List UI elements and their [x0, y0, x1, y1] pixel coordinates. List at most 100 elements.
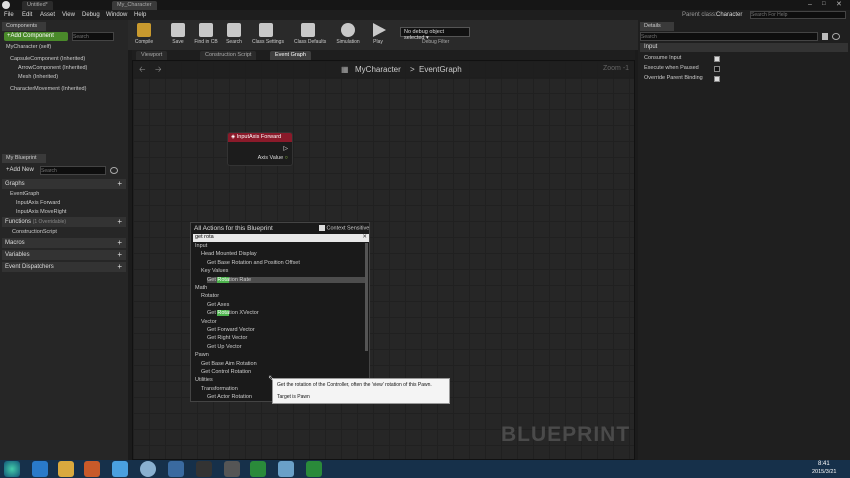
graph-item[interactable]: InputAxis MoveRight	[16, 209, 66, 215]
unreal-engine-icon[interactable]	[196, 461, 212, 477]
component-root[interactable]: MyCharacter (self)	[6, 44, 51, 50]
camtasia-icon[interactable]	[250, 461, 266, 477]
details-tab[interactable]: Details	[640, 22, 674, 31]
context-sensitive-toggle[interactable]: Context Sensitive	[319, 225, 369, 231]
ie-icon[interactable]	[32, 461, 48, 477]
checkbox-unchecked-icon[interactable]	[714, 66, 720, 72]
event-graph-item[interactable]: EventGraph	[10, 191, 39, 197]
media-player-icon[interactable]	[84, 461, 100, 477]
add-component-button[interactable]: +Add Component	[4, 32, 68, 41]
search-button[interactable]: Search	[220, 21, 248, 49]
menu-window[interactable]: Window	[106, 12, 127, 18]
forward-arrow-icon[interactable]: 🡢	[155, 64, 162, 78]
function-item[interactable]: ConstructionScript	[12, 229, 57, 235]
action-item[interactable]: Get Rotation Rate	[207, 276, 365, 283]
add-macro-icon[interactable]: +	[117, 238, 122, 247]
menu-edit[interactable]: Edit	[22, 12, 32, 18]
start-button-icon[interactable]	[4, 461, 20, 477]
menu-asset[interactable]: Asset	[40, 12, 55, 18]
action-item[interactable]: Get Axes	[207, 302, 229, 308]
back-arrow-icon[interactable]: 🡠	[139, 64, 145, 78]
menu-debug[interactable]: Debug	[82, 12, 100, 18]
save-button[interactable]: Save	[164, 21, 192, 49]
action-item[interactable]: Rotator	[201, 293, 219, 299]
breadcrumb-leaf[interactable]: EventGraph	[419, 65, 462, 74]
input-section-header[interactable]: Input	[640, 43, 848, 52]
action-subcategory[interactable]: Head Mounted Display	[201, 251, 257, 257]
action-search-input[interactable]: get rota ✕	[193, 234, 369, 242]
tab-event-graph[interactable]: Event Graph	[270, 51, 311, 60]
action-item[interactable]: Get Actor Rotation	[207, 394, 252, 400]
action-category[interactable]: Input	[195, 243, 207, 249]
action-category[interactable]: Math	[195, 285, 207, 291]
add-graph-icon[interactable]: +	[117, 179, 122, 188]
app-icon[interactable]	[278, 461, 294, 477]
system-tray[interactable]	[716, 464, 806, 474]
view-options-icon[interactable]	[110, 167, 118, 174]
tab-untitled[interactable]: Untitled*	[22, 1, 53, 10]
breadcrumb-root[interactable]: MyCharacter	[355, 65, 401, 74]
class-defaults-button[interactable]: Class Defaults	[294, 21, 326, 49]
play-button[interactable]: Play	[364, 21, 392, 49]
details-search-input[interactable]	[640, 32, 818, 41]
add-variable-icon[interactable]: +	[117, 250, 122, 259]
component-item[interactable]: CharacterMovement (Inherited)	[10, 86, 86, 92]
action-item[interactable]: Get Base Aim Rotation	[201, 361, 257, 367]
macros-section[interactable]: Macros +	[2, 238, 126, 248]
my-blueprint-tab[interactable]: My Blueprint	[2, 154, 46, 163]
app-icon[interactable]	[168, 461, 184, 477]
action-item[interactable]: Transformation	[201, 386, 238, 392]
debug-object-select[interactable]: No debug object selected ▾	[400, 27, 470, 41]
simulation-button[interactable]: Simulation	[334, 21, 362, 49]
parent-class-value[interactable]: Character	[716, 12, 742, 18]
add-function-icon[interactable]: +	[117, 217, 122, 226]
help-search-input[interactable]	[750, 11, 846, 19]
components-search-input[interactable]	[72, 32, 114, 41]
action-item[interactable]: Get Base Rotation and Position Offset	[207, 260, 300, 266]
app-icon[interactable]	[140, 461, 156, 477]
action-item[interactable]: Get Control Rotation	[201, 369, 251, 375]
component-item[interactable]: ArrowComponent (Inherited)	[18, 65, 87, 71]
action-item[interactable]: Get Up Vector	[207, 344, 242, 350]
clock-date[interactable]: 2015/3/21	[812, 469, 836, 475]
app-icon[interactable]	[224, 461, 240, 477]
tab-viewport[interactable]: Viewport	[136, 51, 168, 60]
checkbox-checked-icon[interactable]	[714, 76, 720, 82]
action-item[interactable]: Get Forward Vector	[207, 327, 255, 333]
checkbox-checked-icon[interactable]	[714, 56, 720, 62]
maximize-button[interactable]: □	[822, 1, 826, 7]
action-item[interactable]: Vector	[201, 319, 217, 325]
blueprint-search-input[interactable]	[40, 166, 106, 175]
action-item[interactable]: Get Rotation XVector	[207, 310, 259, 317]
tab-construction-script[interactable]: Construction Script	[200, 51, 257, 60]
graph-item[interactable]: InputAxis Forward	[16, 200, 60, 206]
add-dispatcher-icon[interactable]: +	[117, 262, 122, 271]
exec-pin-icon[interactable]: ▷	[283, 145, 288, 152]
components-tab[interactable]: Components	[2, 22, 46, 31]
menu-help[interactable]: Help	[134, 12, 146, 18]
camtasia-recorder-icon[interactable]	[306, 461, 322, 477]
variables-section[interactable]: Variables +	[2, 250, 126, 260]
visibility-icon[interactable]	[832, 33, 840, 40]
component-item[interactable]: Mesh (Inherited)	[18, 74, 58, 80]
clock-time[interactable]: 8:41	[818, 461, 830, 467]
class-settings-button[interactable]: Class Settings	[252, 21, 284, 49]
scrollbar[interactable]	[365, 243, 368, 351]
menu-view[interactable]: View	[62, 12, 75, 18]
input-axis-node[interactable]: ◈ InputAxis Forward ▷ Axis Value ○	[227, 132, 293, 166]
compile-button[interactable]: Compile	[130, 21, 158, 49]
clear-search-icon[interactable]: ✕	[362, 234, 367, 240]
find-in-cb-button[interactable]: Find in CB	[192, 21, 220, 49]
property-matrix-icon[interactable]	[822, 33, 828, 40]
add-new-button[interactable]: +Add New	[4, 166, 38, 175]
graphs-section[interactable]: Graphs +	[2, 179, 126, 189]
component-item[interactable]: CapsuleComponent (Inherited)	[10, 56, 85, 62]
functions-section[interactable]: Functions (1 Overridable) +	[2, 217, 126, 227]
dispatchers-section[interactable]: Event Dispatchers +	[2, 262, 126, 272]
action-category[interactable]: Utilities	[195, 377, 213, 383]
menu-file[interactable]: File	[4, 12, 14, 18]
tab-my-character[interactable]: My_Character	[112, 1, 157, 10]
action-item[interactable]: Key Values	[201, 268, 228, 274]
action-item[interactable]: Get Right Vector	[207, 335, 247, 341]
minimize-button[interactable]: –	[808, 1, 812, 8]
